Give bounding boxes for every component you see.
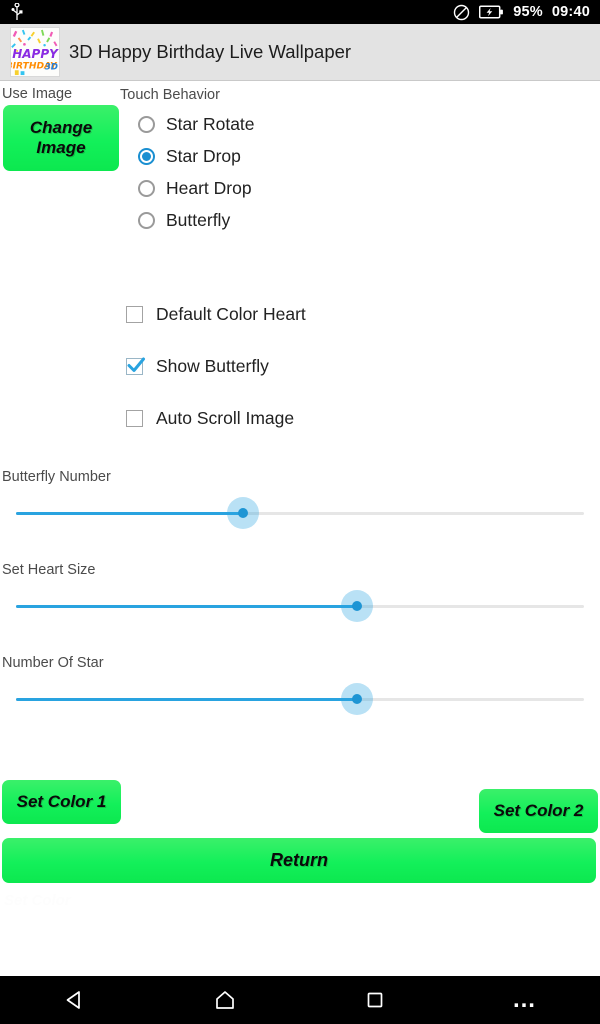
- navigation-bar: …: [0, 976, 600, 1024]
- slider-thumb[interactable]: [351, 601, 362, 611]
- change-image-label: Change Image: [29, 117, 93, 157]
- top-section: Use Image Change Image Touch Behavior Sta…: [0, 81, 600, 428]
- checkbox-label: Show Butterfly: [156, 355, 269, 376]
- app-title: 3D Happy Birthday Live Wallpaper: [69, 41, 352, 62]
- usb-icon: [10, 2, 24, 21]
- checkbox-auto-scroll-image[interactable]: Auto Scroll Image: [126, 392, 306, 444]
- checkbox-label: Auto Scroll Image: [156, 407, 295, 428]
- radio-star-rotate[interactable]: Star Rotate: [138, 108, 255, 140]
- settings-content: Use Image Change Image Touch Behavior Sta…: [0, 81, 600, 909]
- status-bar: 95% 09:40: [0, 0, 600, 24]
- return-button[interactable]: Return: [2, 838, 596, 883]
- checkbox-show-butterfly[interactable]: Show Butterfly: [126, 340, 306, 392]
- status-bar-clock: 09:40: [551, 3, 590, 20]
- checkmark-icon: [127, 357, 145, 372]
- battery-charging-icon: [479, 5, 504, 19]
- svg-text:3D: 3D: [45, 62, 58, 72]
- checkbox-icon: [126, 305, 143, 323]
- do-not-disturb-icon: [453, 4, 470, 21]
- radio-butterfly[interactable]: Butterfly: [138, 204, 255, 236]
- radio-circle-icon: [138, 115, 155, 133]
- checkbox-group: Default Color Heart Show Butterfly Auto …: [126, 288, 306, 444]
- recents-icon: [367, 992, 383, 1008]
- radio-label: Star Drop: [166, 145, 241, 166]
- radio-circle-icon: [138, 147, 155, 165]
- ghost-text: Set Color: [4, 892, 71, 909]
- radio-label: Heart Drop: [166, 177, 252, 198]
- slider-section: Butterfly Number Set Heart Size Number O…: [0, 470, 600, 749]
- checkbox-default-color-heart[interactable]: Default Color Heart: [126, 288, 306, 340]
- slider-track[interactable]: [16, 497, 584, 529]
- change-image-button[interactable]: Change Image: [3, 105, 119, 171]
- slider-track-fill: [16, 604, 357, 608]
- nav-home-button[interactable]: [150, 976, 300, 1024]
- checkbox-icon: [126, 409, 143, 427]
- slider-track-fill: [16, 511, 244, 515]
- overflow-menu-icon: …: [512, 986, 538, 1014]
- touch-behavior-label: Touch Behavior: [120, 87, 220, 103]
- nav-overflow-button[interactable]: …: [450, 976, 600, 1024]
- slider-track[interactable]: [16, 590, 584, 622]
- app-screen: 95% 09:40 HAPPY IRTHDAY 3D 3D Happy Birt…: [0, 0, 600, 1024]
- slider-thumb[interactable]: [351, 694, 362, 704]
- set-color-1-button[interactable]: Set Color 1: [2, 780, 121, 824]
- app-icon-happy-birthday: HAPPY BIRTHDAY 3D: [10, 27, 60, 77]
- use-image-label: Use Image: [2, 86, 73, 102]
- slider-track-fill: [16, 697, 357, 701]
- battery-percent: 95%: [513, 3, 543, 20]
- back-icon: [66, 991, 80, 1009]
- nav-recents-button[interactable]: [300, 976, 450, 1024]
- status-bar-right: 95% 09:40: [453, 4, 590, 21]
- slider-track[interactable]: [16, 683, 584, 715]
- touch-behavior-radio-group: Star Rotate Star Drop Heart Drop Butterf…: [138, 108, 255, 236]
- checkbox-label: Default Color Heart: [156, 303, 306, 324]
- app-bar: HAPPY BIRTHDAY 3D 3D Happy Birthday Live…: [0, 24, 600, 81]
- nav-back-button[interactable]: [0, 976, 150, 1024]
- home-icon: [216, 991, 234, 1009]
- slider-label: Butterfly Number: [2, 469, 111, 485]
- slider-set-heart-size: Set Heart Size: [0, 563, 600, 656]
- slider-thumb[interactable]: [238, 508, 249, 518]
- set-color-2-button[interactable]: Set Color 2: [479, 789, 598, 833]
- slider-label: Set Heart Size: [2, 562, 96, 578]
- radio-circle-icon: [138, 211, 155, 229]
- radio-label: Butterfly: [166, 209, 231, 230]
- checkbox-icon: [126, 357, 145, 375]
- radio-label: Star Rotate: [166, 113, 255, 134]
- slider-label: Number Of Star: [2, 655, 104, 671]
- radio-star-drop[interactable]: Star Drop: [138, 140, 255, 172]
- radio-circle-icon: [138, 179, 155, 197]
- slider-butterfly-number: Butterfly Number: [0, 470, 600, 563]
- radio-heart-drop[interactable]: Heart Drop: [138, 172, 255, 204]
- slider-number-of-star: Number Of Star: [0, 656, 600, 749]
- svg-text:HAPPY: HAPPY: [12, 47, 59, 61]
- status-bar-left: [10, 2, 24, 21]
